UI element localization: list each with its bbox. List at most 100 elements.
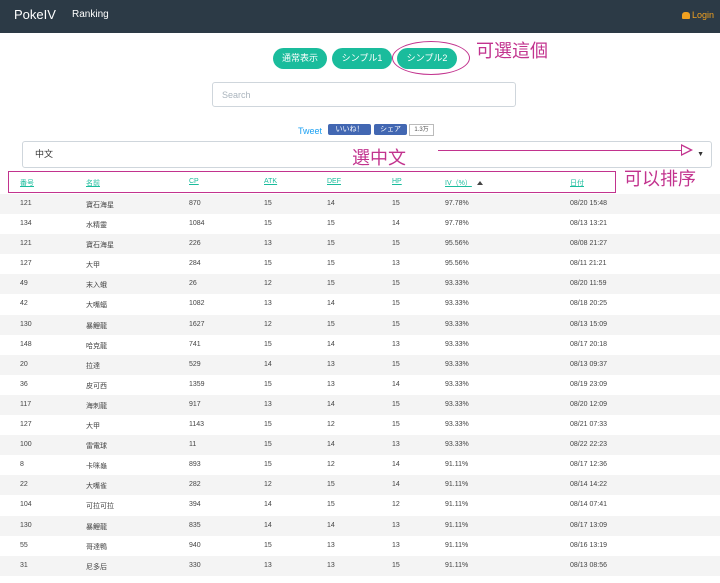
cell-hp: 14 <box>392 380 400 388</box>
cell-number: 49 <box>20 280 28 288</box>
table-row: 104 可拉可拉 394 14 15 12 91.11% 08/14 07:41 <box>0 495 720 515</box>
column-header-hp[interactable]: HP <box>392 178 402 185</box>
cell-def: 14 <box>327 521 335 529</box>
cell-iv: 95.56% <box>445 260 469 268</box>
cell-atk: 15 <box>264 541 272 549</box>
cell-iv: 97.78% <box>445 220 469 228</box>
cell-date: 08/22 22:23 <box>570 441 607 449</box>
cell-def: 15 <box>327 481 335 489</box>
cell-cp: 870 <box>189 200 201 207</box>
column-header-number[interactable]: 番号 <box>20 178 34 188</box>
table-row: 127 大甲 1143 15 12 15 93.33% 08/21 07:33 <box>0 415 720 435</box>
caret-down-icon: ▼ <box>697 151 704 158</box>
cell-atk: 14 <box>264 360 272 368</box>
table-row: 148 哈克龍 741 15 14 13 93.33% 08/17 20:18 <box>0 335 720 355</box>
table-row: 121 寶石海星 226 13 15 15 95.56% 08/08 21:27 <box>0 234 720 255</box>
table-row: 22 大嘴雀 282 12 15 14 91.11% 08/14 14:22 <box>0 475 720 496</box>
cell-atk: 12 <box>264 320 272 328</box>
cell-iv: 91.11% <box>445 541 469 549</box>
cell-iv: 93.33% <box>445 380 469 388</box>
cell-hp: 15 <box>392 320 400 328</box>
column-header-iv[interactable]: IV（%） <box>445 178 472 188</box>
ranking-table-body: 121 寶石海星 870 15 14 15 97.78% 08/20 15:48 134 水精靈 1… <box>0 194 720 576</box>
cell-name: 海刺龍 <box>86 402 107 410</box>
table-row: 49 末入蛾 26 12 15 15 93.33% 08/20 11:59 <box>0 274 720 295</box>
annotation-ellipse <box>392 41 470 75</box>
cell-hp: 13 <box>392 541 400 549</box>
column-header-def[interactable]: DEF <box>327 178 341 185</box>
facebook-share-button[interactable]: シェア <box>374 124 407 135</box>
cell-def: 14 <box>327 200 335 207</box>
cell-number: 121 <box>20 200 32 207</box>
cell-cp: 226 <box>189 240 201 248</box>
cell-hp: 14 <box>392 461 400 469</box>
cell-date: 08/17 20:18 <box>570 340 607 348</box>
cell-number: 104 <box>20 501 32 509</box>
cell-number: 148 <box>20 340 32 348</box>
cell-name: 大甲 <box>86 262 100 270</box>
login-link[interactable]: Login <box>681 10 714 20</box>
cell-date: 08/13 15:09 <box>570 320 607 328</box>
column-header-cp[interactable]: CP <box>189 178 199 185</box>
cell-date: 08/20 12:09 <box>570 400 607 408</box>
cell-cp: 394 <box>189 501 201 509</box>
cell-number: 134 <box>20 220 32 228</box>
cell-cp: 529 <box>189 360 201 368</box>
cell-def: 13 <box>327 360 335 368</box>
cell-def: 13 <box>327 380 335 388</box>
column-header-atk[interactable]: ATK <box>264 178 277 185</box>
nav-ranking-link[interactable]: Ranking <box>72 9 109 20</box>
cell-number: 8 <box>20 461 24 469</box>
cell-number: 42 <box>20 300 28 308</box>
tab-normal[interactable]: 通常表示 <box>273 48 327 69</box>
cell-atk: 14 <box>264 501 272 509</box>
column-header-date[interactable]: 日付 <box>570 178 584 188</box>
cell-atk: 13 <box>264 240 272 248</box>
cell-hp: 13 <box>392 260 400 268</box>
cell-name: 拉達 <box>86 362 100 370</box>
cell-hp: 14 <box>392 220 400 228</box>
table-row: 117 海刺龍 917 13 14 15 93.33% 08/20 12:09 <box>0 394 720 416</box>
cell-hp: 13 <box>392 521 400 529</box>
cell-cp: 282 <box>189 481 201 489</box>
cell-iv: 93.33% <box>445 360 469 368</box>
cell-date: 08/17 12:36 <box>570 461 607 469</box>
search-input[interactable]: Search <box>212 82 516 107</box>
cell-name: 皮可西 <box>86 382 107 390</box>
tab-simple1[interactable]: シンプル1 <box>332 48 392 69</box>
cell-name: 雷電球 <box>86 443 107 451</box>
table-row: 100 雷電球 11 15 14 13 93.33% 08/22 22:23 <box>0 435 720 456</box>
annotation-select-chinese: 選中文 <box>352 148 406 169</box>
cell-cp: 1143 <box>189 421 205 429</box>
cell-number: 127 <box>20 260 32 268</box>
cell-def: 12 <box>327 421 335 429</box>
cell-def: 15 <box>327 220 335 228</box>
cell-cp: 917 <box>189 400 201 408</box>
navbar: PokeIV Ranking Login <box>0 0 720 33</box>
facebook-like-button[interactable]: いいね！ <box>328 124 371 135</box>
cell-date: 08/14 07:41 <box>570 501 607 509</box>
cell-cp: 940 <box>189 541 201 549</box>
cell-name: 哈克龍 <box>86 342 107 350</box>
cell-date: 08/17 13:09 <box>570 521 607 529</box>
cell-def: 12 <box>327 461 335 469</box>
table-row: 55 哥達鴨 940 15 13 13 91.11% 08/16 13:19 <box>0 536 720 556</box>
login-label: Login <box>691 10 714 20</box>
cell-hp: 15 <box>392 300 400 308</box>
cell-cp: 11 <box>189 441 197 449</box>
annotation-arrow-head-inner <box>682 146 690 154</box>
cell-number: 127 <box>20 421 32 429</box>
cell-hp: 15 <box>392 561 400 569</box>
tweet-button[interactable]: Tweet <box>298 126 322 136</box>
brand-logo[interactable]: PokeIV <box>14 7 56 22</box>
cell-iv: 91.11% <box>445 501 469 509</box>
cell-hp: 15 <box>392 240 400 248</box>
cell-atk: 13 <box>264 300 272 308</box>
cell-number: 121 <box>20 240 32 248</box>
column-header-name[interactable]: 名前 <box>86 178 100 188</box>
cell-name: 大嘴蝠 <box>86 302 107 310</box>
cell-def: 15 <box>327 240 335 248</box>
cell-number: 130 <box>20 521 32 529</box>
cell-hp: 15 <box>392 360 400 368</box>
cell-date: 08/11 21:21 <box>570 260 607 268</box>
